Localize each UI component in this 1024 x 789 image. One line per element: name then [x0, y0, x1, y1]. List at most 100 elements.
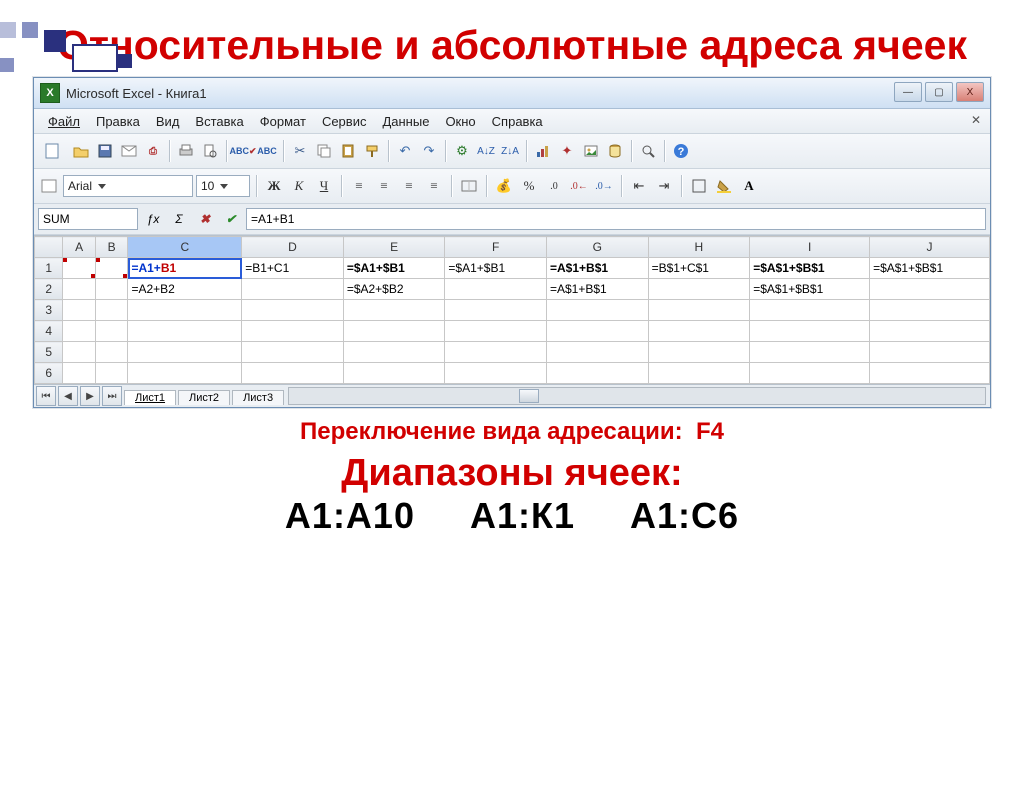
cell[interactable]	[445, 342, 547, 363]
print-icon[interactable]	[175, 140, 197, 162]
cell-G1[interactable]: =A$1+B$1	[547, 258, 649, 279]
menu-tools[interactable]: Сервис	[314, 112, 375, 131]
select-all-corner[interactable]	[35, 237, 63, 258]
cell-C2[interactable]: =A2+B2	[128, 279, 242, 300]
menu-view[interactable]: Вид	[148, 112, 188, 131]
save-icon[interactable]	[94, 140, 116, 162]
doc-close-button[interactable]: ✕	[968, 112, 984, 128]
cell[interactable]	[63, 342, 96, 363]
cell-E2[interactable]: =$A2+$B2	[343, 279, 445, 300]
cell[interactable]	[343, 300, 445, 321]
sheet-tab-1[interactable]: Лист1	[124, 390, 176, 405]
cell[interactable]	[343, 363, 445, 384]
sum-button[interactable]: Σ	[168, 209, 190, 229]
col-header-B[interactable]: B	[95, 237, 128, 258]
cell[interactable]	[870, 363, 990, 384]
styles-icon[interactable]	[38, 175, 60, 197]
font-combo[interactable]: Arial	[63, 175, 193, 197]
underline-button[interactable]: Ч	[313, 176, 335, 196]
cell-D2[interactable]	[242, 279, 344, 300]
cell[interactable]	[648, 300, 750, 321]
cell-H1[interactable]: =B$1+C$1	[648, 258, 750, 279]
cut-icon[interactable]: ✂	[289, 140, 311, 162]
borders-icon[interactable]	[688, 176, 710, 196]
menu-edit[interactable]: Правка	[88, 112, 148, 131]
percent-icon[interactable]: %	[518, 176, 540, 196]
cell[interactable]	[870, 321, 990, 342]
cell-E1[interactable]: =$A1+$B1	[343, 258, 445, 279]
cell-D1[interactable]: =B1+C1	[242, 258, 344, 279]
menu-window[interactable]: Окно	[437, 112, 483, 131]
font-color-icon[interactable]: A	[738, 176, 760, 196]
decrease-indent-icon[interactable]: ⇤	[628, 176, 650, 196]
cell[interactable]	[95, 342, 128, 363]
cell[interactable]	[750, 300, 870, 321]
cell[interactable]	[547, 342, 649, 363]
cell-H2[interactable]	[648, 279, 750, 300]
cell-I1[interactable]: =$A$1+$B$1	[750, 258, 870, 279]
chart-icon[interactable]	[532, 140, 554, 162]
row-header-2[interactable]: 2	[35, 279, 63, 300]
menu-file[interactable]: Файл	[40, 112, 88, 131]
cell[interactable]	[750, 321, 870, 342]
menu-help[interactable]: Справка	[484, 112, 551, 131]
cell[interactable]	[547, 300, 649, 321]
tab-nav-prev[interactable]: ◀	[58, 386, 78, 406]
cell[interactable]	[95, 300, 128, 321]
cell[interactable]	[242, 300, 344, 321]
cell-F2[interactable]	[445, 279, 547, 300]
col-header-C[interactable]: C	[128, 237, 242, 258]
col-header-H[interactable]: H	[648, 237, 750, 258]
cell-A2[interactable]	[63, 279, 96, 300]
cell[interactable]	[870, 342, 990, 363]
currency-icon[interactable]: 💰	[493, 176, 515, 196]
cell-A1[interactable]	[63, 258, 96, 279]
cell[interactable]	[343, 342, 445, 363]
sheet-tab-3[interactable]: Лист3	[232, 390, 284, 405]
datasources-icon[interactable]	[604, 140, 626, 162]
navigator-icon[interactable]: ✦	[556, 140, 578, 162]
zoom-icon[interactable]	[637, 140, 659, 162]
tab-nav-first[interactable]: ⏮	[36, 386, 56, 406]
new-doc-icon[interactable]	[38, 140, 68, 162]
cell[interactable]	[547, 363, 649, 384]
cell[interactable]	[242, 363, 344, 384]
number-format-icon[interactable]: .0	[543, 176, 565, 196]
row-header-3[interactable]: 3	[35, 300, 63, 321]
formula-input[interactable]: =A1+B1	[246, 208, 986, 230]
redo-icon[interactable]: ↷	[418, 140, 440, 162]
cell[interactable]	[95, 321, 128, 342]
preview-icon[interactable]	[199, 140, 221, 162]
cancel-formula-button[interactable]: ✖	[194, 209, 216, 229]
fx-wizard-button[interactable]: ƒx	[142, 209, 164, 229]
cell[interactable]	[750, 342, 870, 363]
cell[interactable]	[128, 342, 242, 363]
hyperlink-icon[interactable]: ⚙	[451, 140, 473, 162]
sort-asc-icon[interactable]: A↓Z	[475, 140, 497, 162]
italic-button[interactable]: К	[288, 176, 310, 196]
accept-formula-button[interactable]: ✔	[220, 209, 242, 229]
align-right-icon[interactable]: ≡	[398, 176, 420, 196]
cell[interactable]	[128, 321, 242, 342]
menu-insert[interactable]: Вставка	[187, 112, 251, 131]
tab-nav-last[interactable]: ⏭	[102, 386, 122, 406]
cell[interactable]	[128, 363, 242, 384]
cell-I2[interactable]: =$A$1+$B$1	[750, 279, 870, 300]
cell-F1[interactable]: =$A1+$B1	[445, 258, 547, 279]
cell-B2[interactable]	[95, 279, 128, 300]
increase-indent-icon[interactable]: ⇥	[653, 176, 675, 196]
horizontal-scrollbar[interactable]	[288, 387, 986, 405]
row-header-6[interactable]: 6	[35, 363, 63, 384]
open-icon[interactable]	[70, 140, 92, 162]
close-button[interactable]: X	[956, 82, 984, 102]
cell[interactable]	[242, 321, 344, 342]
remove-decimal-icon[interactable]: .0←	[568, 176, 590, 196]
cell[interactable]	[445, 300, 547, 321]
bold-button[interactable]: Ж	[263, 176, 285, 196]
menu-format[interactable]: Формат	[252, 112, 314, 131]
align-center-icon[interactable]: ≡	[373, 176, 395, 196]
cell-J1[interactable]: =$A$1+$B$1	[870, 258, 990, 279]
cell[interactable]	[95, 363, 128, 384]
sheet-tab-2[interactable]: Лист2	[178, 390, 230, 405]
cell[interactable]	[63, 321, 96, 342]
